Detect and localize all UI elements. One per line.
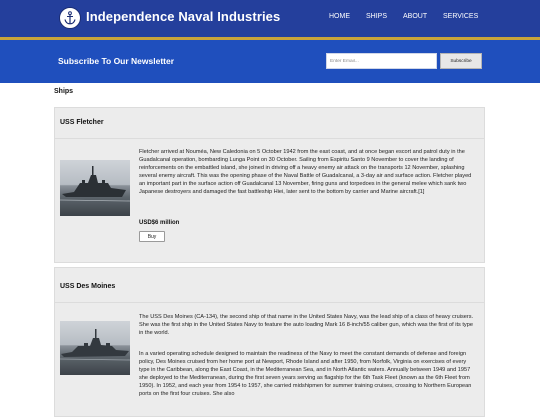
nav-ships-link[interactable]: SHIPS: [366, 13, 387, 25]
ship-price: USD$6 million: [139, 220, 180, 226]
ship-photo: [60, 160, 130, 216]
ship-description: The USS Des Moines (CA-134), the second …: [139, 314, 474, 337]
page-title: Ships: [54, 88, 74, 95]
card-divider: [55, 302, 484, 303]
ship-description: Fletcher arrived at Nouméa, New Caledoni…: [139, 149, 472, 196]
anchor-icon[interactable]: [59, 7, 81, 29]
newsletter-bar: Subscribe To Our Newsletter Subscribe: [0, 40, 540, 83]
buy-button[interactable]: Buy: [139, 231, 165, 242]
nav-services-link[interactable]: SERVICES: [443, 13, 478, 25]
nav-home-link[interactable]: HOME: [329, 13, 350, 25]
brand-title[interactable]: Independence Naval Industries: [86, 9, 280, 24]
nav-about-link[interactable]: ABOUT: [403, 13, 427, 25]
ship-title: USS Fletcher: [60, 119, 104, 126]
top-navbar: Independence Naval Industries HOME SHIPS…: [0, 0, 540, 37]
card-divider: [55, 138, 484, 139]
ship-title: USS Des Moines: [60, 283, 116, 290]
newsletter-title: Subscribe To Our Newsletter: [58, 56, 175, 66]
ship-photo: [60, 321, 130, 375]
subscribe-button[interactable]: Subscribe: [440, 53, 482, 69]
ship-card: USS Fletcher Fletcher arrived at Nouméa,…: [54, 107, 485, 263]
ship-description-continued: In a varied operating schedule designed …: [139, 351, 472, 398]
ship-card: USS Des Moines The USS Des Moines (CA-13…: [54, 267, 485, 417]
email-input[interactable]: [326, 53, 437, 69]
